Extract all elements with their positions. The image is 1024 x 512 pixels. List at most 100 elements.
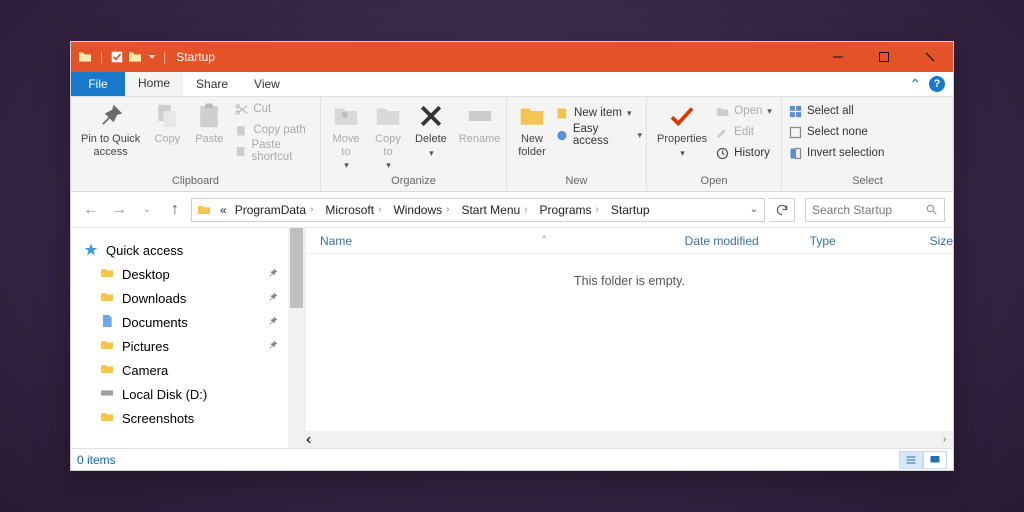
column-date[interactable]: Date modified bbox=[671, 234, 796, 248]
delete-icon bbox=[416, 101, 446, 131]
breadcrumb[interactable]: Start Menu› bbox=[457, 203, 535, 217]
help-icon[interactable]: ? bbox=[929, 76, 945, 92]
sort-indicator-icon: ⌃ bbox=[540, 235, 548, 246]
address-bar[interactable]: « ProgramData› Microsoft› Windows› Start… bbox=[191, 198, 765, 222]
move-to-button[interactable]: Move to▾ bbox=[325, 99, 367, 173]
folder-icon bbox=[127, 49, 143, 65]
select-all-button[interactable]: Select all bbox=[786, 101, 884, 121]
pin-to-quick-access-button[interactable]: Pin to Quick access bbox=[75, 99, 146, 160]
copy-button[interactable]: Copy bbox=[146, 99, 188, 148]
group-label: Organize bbox=[325, 175, 502, 191]
column-type[interactable]: Type bbox=[796, 234, 916, 248]
search-placeholder: Search Startup bbox=[812, 203, 892, 217]
back-button[interactable]: ← bbox=[79, 198, 103, 222]
checkbox-icon[interactable] bbox=[110, 50, 124, 64]
nav-item[interactable]: Downloads bbox=[99, 286, 305, 310]
folder-icon bbox=[99, 409, 115, 428]
paste-shortcut-button[interactable]: Paste shortcut bbox=[232, 141, 316, 161]
cut-button[interactable]: Cut bbox=[232, 99, 316, 119]
breadcrumb[interactable]: Startup bbox=[607, 203, 654, 217]
rename-icon bbox=[465, 101, 495, 131]
minimize-button[interactable] bbox=[815, 42, 861, 72]
up-button[interactable]: ↑ bbox=[163, 198, 187, 222]
nav-item[interactable]: Pictures bbox=[99, 334, 305, 358]
edit-button[interactable]: Edit bbox=[713, 122, 772, 142]
view-large-icons-button[interactable] bbox=[923, 451, 947, 469]
tab-share[interactable]: Share bbox=[183, 72, 241, 96]
new-folder-button[interactable]: New folder bbox=[511, 99, 553, 160]
quick-access-header[interactable]: Quick access bbox=[83, 238, 305, 262]
breadcrumb-overflow[interactable]: « bbox=[216, 203, 231, 217]
new-item-button[interactable]: New item▾ bbox=[553, 103, 642, 123]
nav-row: ← → ⌄ ↑ « ProgramData› Microsoft› Window… bbox=[71, 192, 953, 228]
group-label: New bbox=[511, 175, 642, 191]
breadcrumb[interactable]: Windows› bbox=[389, 203, 457, 217]
copy-icon bbox=[152, 101, 182, 131]
pin-icon bbox=[267, 315, 279, 330]
nav-item[interactable]: Local Disk (D:) bbox=[99, 382, 305, 406]
refresh-button[interactable] bbox=[769, 198, 795, 222]
column-size[interactable]: Size bbox=[916, 234, 953, 248]
scroll-right-icon[interactable]: › bbox=[936, 431, 953, 448]
history-button[interactable]: History bbox=[713, 143, 772, 163]
files-view: Name ⌃ Date modified Type Size This fold… bbox=[306, 228, 953, 448]
invert-selection-icon bbox=[788, 146, 803, 161]
nav-item[interactable]: Documents bbox=[99, 310, 305, 334]
new-item-icon bbox=[555, 106, 570, 121]
scroll-left-icon[interactable]: ‹ bbox=[306, 431, 953, 449]
nav-item-label: Desktop bbox=[122, 267, 170, 282]
separator: | bbox=[100, 50, 103, 64]
close-button[interactable] bbox=[907, 42, 953, 72]
rename-button[interactable]: Rename bbox=[453, 99, 507, 148]
properties-icon bbox=[667, 101, 697, 131]
view-details-button[interactable] bbox=[899, 451, 923, 469]
qat-dropdown-icon[interactable]: ⏷ bbox=[148, 52, 156, 63]
easy-access-button[interactable]: Easy access▾ bbox=[553, 125, 642, 145]
search-icon bbox=[925, 203, 938, 216]
folder-icon bbox=[99, 289, 115, 308]
nav-item[interactable]: Camera bbox=[99, 358, 305, 382]
copy-to-button[interactable]: Copy to▾ bbox=[367, 99, 409, 173]
copy-path-button[interactable]: Copy path bbox=[232, 120, 316, 140]
separator: | bbox=[163, 50, 166, 64]
collapse-ribbon-icon[interactable]: ⌃ bbox=[909, 76, 921, 93]
open-button[interactable]: Open▾ bbox=[713, 101, 772, 121]
edit-icon bbox=[715, 125, 730, 140]
tab-home[interactable]: Home bbox=[125, 72, 183, 96]
properties-button[interactable]: Properties▾ bbox=[651, 99, 713, 160]
pin-icon bbox=[267, 339, 279, 354]
folder-icon bbox=[196, 202, 212, 218]
window-title: Startup bbox=[176, 50, 215, 64]
breadcrumb[interactable]: Programs› bbox=[536, 203, 607, 217]
select-none-icon bbox=[788, 125, 803, 140]
title-bar: | ⏷ | Startup bbox=[71, 42, 953, 72]
paste-button[interactable]: Paste bbox=[188, 99, 230, 148]
maximize-button[interactable] bbox=[861, 42, 907, 72]
recent-locations-button[interactable]: ⌄ bbox=[135, 198, 159, 222]
column-name[interactable]: Name bbox=[306, 234, 436, 248]
scrollbar-thumb[interactable] bbox=[290, 228, 303, 308]
status-bar: 0 items bbox=[71, 448, 953, 470]
breadcrumb[interactable]: ProgramData› bbox=[231, 203, 322, 217]
scrollbar-vertical[interactable] bbox=[288, 228, 305, 448]
tab-file[interactable]: File bbox=[71, 72, 125, 96]
tab-view[interactable]: View bbox=[241, 72, 293, 96]
folder-icon bbox=[99, 265, 115, 284]
invert-selection-button[interactable]: Invert selection bbox=[786, 143, 884, 163]
nav-item-label: Documents bbox=[122, 315, 188, 330]
doc-icon bbox=[99, 313, 115, 332]
main-area: Quick access Desktop Downloads Documents Pi… bbox=[71, 228, 953, 448]
forward-button[interactable]: → bbox=[107, 198, 131, 222]
nav-item[interactable]: Desktop bbox=[99, 262, 305, 286]
delete-button[interactable]: Delete▾ bbox=[409, 99, 453, 160]
pin-icon bbox=[267, 291, 279, 306]
select-none-button[interactable]: Select none bbox=[786, 122, 884, 142]
easy-access-icon bbox=[555, 128, 569, 143]
scrollbar-horizontal[interactable]: ‹ › bbox=[306, 431, 953, 448]
folder-icon bbox=[77, 49, 93, 65]
search-input[interactable]: Search Startup bbox=[805, 198, 945, 222]
address-dropdown-icon[interactable]: ⌄ bbox=[744, 204, 764, 215]
star-icon bbox=[83, 242, 99, 258]
nav-item[interactable]: Screenshots bbox=[99, 406, 305, 430]
breadcrumb[interactable]: Microsoft› bbox=[321, 203, 389, 217]
